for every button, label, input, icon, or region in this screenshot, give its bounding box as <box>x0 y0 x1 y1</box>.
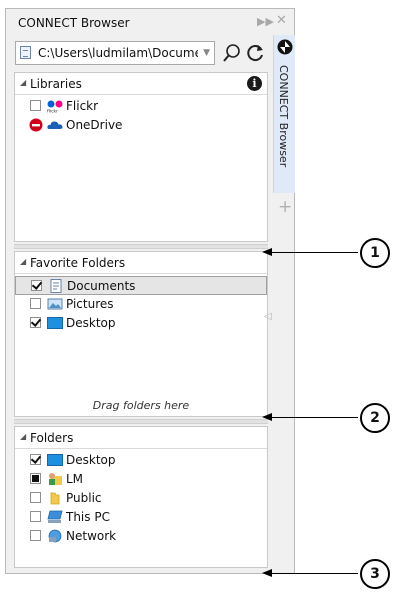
favorite-label: Pictures <box>66 297 114 311</box>
callout-3: 3 <box>360 559 390 589</box>
folders-section: ◢ Folders Desktop LM Public This PC Netw… <box>14 426 268 568</box>
search-icon <box>223 44 240 62</box>
docker-titlebar: CONNECT Browser ▶▶ ✕ <box>6 9 294 35</box>
refresh-button[interactable] <box>244 42 266 64</box>
path-combobox[interactable]: C:\Users\ludmilam\Documents ▼ <box>15 41 215 65</box>
collapse-arrow-icon[interactable]: ◁ <box>264 311 272 322</box>
folder-label: Public <box>66 491 102 505</box>
file-icon <box>20 46 31 59</box>
expand-triangle-icon[interactable]: ◢ <box>20 257 26 266</box>
callout-arrowhead <box>262 569 272 577</box>
checkbox[interactable] <box>30 454 41 465</box>
desktop-folder-icon <box>47 454 63 466</box>
library-label: Flickr <box>66 99 99 113</box>
folders-label: Folders <box>30 431 74 445</box>
docker-title: CONNECT Browser <box>18 16 130 30</box>
folder-label: This PC <box>66 510 110 524</box>
user-folder-icon <box>49 473 62 485</box>
checkbox[interactable] <box>30 511 41 522</box>
drag-hint: Drag folders here <box>92 399 190 412</box>
folder-item-lm[interactable]: LM <box>15 470 267 489</box>
favorite-label: Documents <box>67 279 136 293</box>
pictures-folder-icon <box>47 298 63 310</box>
panel-splitter[interactable] <box>14 244 268 249</box>
favorite-folders-header[interactable]: ◢ Favorite Folders <box>15 252 267 274</box>
callout-2: 2 <box>360 403 390 433</box>
favorite-folders-section: ◢ Favorite Folders Documents Pictures De… <box>14 251 268 417</box>
callout-arrowhead <box>262 248 272 256</box>
libraries-section: ◢ Libraries i flickr Flickr OneDrive <box>14 72 268 242</box>
callout-line <box>272 417 358 418</box>
callout-line <box>272 252 358 253</box>
library-item-flickr[interactable]: flickr Flickr <box>15 97 267 116</box>
favorite-folders-label: Favorite Folders <box>30 256 126 270</box>
folder-item-network[interactable]: Network <box>15 527 267 546</box>
search-button[interactable] <box>221 42 243 64</box>
folder-item-desktop[interactable]: Desktop <box>15 451 267 470</box>
side-tab-label: CONNECT Browser <box>277 65 290 168</box>
add-tab-icon[interactable]: + <box>278 197 292 217</box>
connect-browser-side-tab[interactable]: CONNECT Browser <box>273 35 295 193</box>
collapse-docker-icon[interactable]: ▶▶ <box>257 15 274 28</box>
libraries-label: Libraries <box>30 77 82 91</box>
blocked-icon <box>29 118 43 132</box>
info-icon[interactable]: i <box>247 76 262 91</box>
documents-folder-icon <box>50 279 62 293</box>
folder-item-this-pc[interactable]: This PC <box>15 508 267 527</box>
folder-label: Network <box>66 529 117 543</box>
computer-icon <box>47 510 63 523</box>
checkbox[interactable] <box>31 280 42 291</box>
folders-header[interactable]: ◢ Folders <box>15 427 267 449</box>
checkbox[interactable] <box>30 492 41 503</box>
connect-browser-panel: CONNECT Browser ▶▶ ✕ C:\Users\ludmilam\D… <box>5 8 295 574</box>
callout-line <box>272 573 358 574</box>
folder-item-public[interactable]: Public <box>15 489 267 508</box>
favorite-label: Desktop <box>66 316 116 330</box>
svg-text:flickr: flickr <box>47 109 58 114</box>
library-item-onedrive[interactable]: OneDrive <box>15 116 267 135</box>
favorite-item-desktop[interactable]: Desktop <box>15 314 267 333</box>
expand-triangle-icon[interactable]: ◢ <box>20 432 26 441</box>
libraries-header[interactable]: ◢ Libraries i <box>15 73 267 95</box>
callout-arrowhead <box>262 413 272 421</box>
checkbox[interactable] <box>30 298 41 309</box>
folder-label: LM <box>66 472 84 486</box>
favorite-item-pictures[interactable]: Pictures <box>15 295 267 314</box>
checkbox[interactable] <box>30 100 41 111</box>
path-input[interactable]: C:\Users\ludmilam\Documents <box>38 46 198 60</box>
connect-logo-icon <box>277 39 293 55</box>
desktop-folder-icon <box>47 317 63 329</box>
flickr-icon: flickr <box>47 100 63 114</box>
network-icon <box>48 529 62 543</box>
docker-content: C:\Users\ludmilam\Documents ▼ ◢ Librarie… <box>11 37 268 572</box>
favorite-item-documents[interactable]: Documents <box>15 276 267 295</box>
expand-triangle-icon[interactable]: ◢ <box>20 78 26 87</box>
onedrive-cloud-icon <box>47 121 63 129</box>
close-icon[interactable]: ✕ <box>276 13 287 28</box>
panel-splitter[interactable] <box>14 419 268 424</box>
callout-1: 1 <box>360 238 390 268</box>
chevron-down-icon[interactable]: ▼ <box>203 48 210 58</box>
library-label: OneDrive <box>66 118 123 132</box>
refresh-icon <box>247 45 263 62</box>
checkbox[interactable] <box>30 473 41 484</box>
folder-label: Desktop <box>66 453 116 467</box>
folder-icon <box>50 492 60 505</box>
checkbox[interactable] <box>30 530 41 541</box>
checkbox[interactable] <box>30 317 41 328</box>
